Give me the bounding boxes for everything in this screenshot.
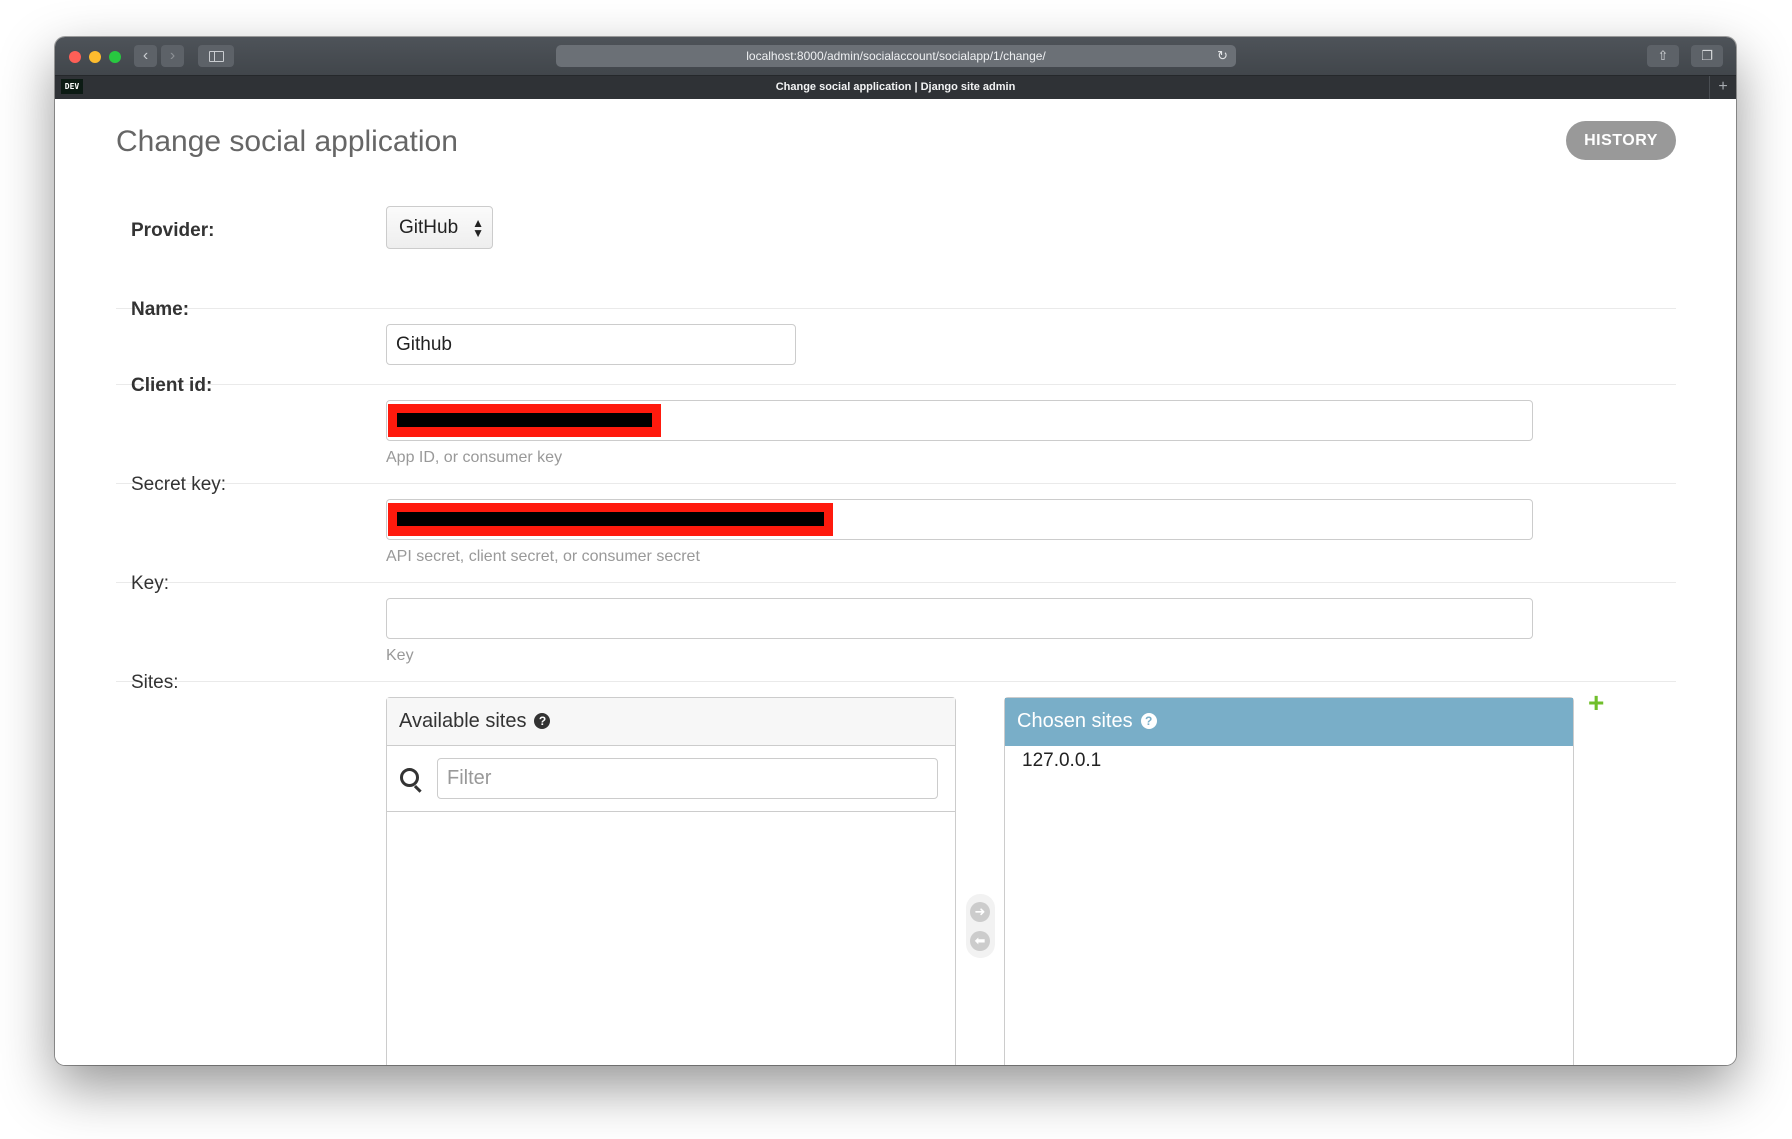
available-sites-box: Available sites? Filter [386, 697, 956, 1065]
name-field[interactable]: Github [386, 324, 796, 365]
name-field-value: Github [396, 334, 452, 355]
close-window-button[interactable] [69, 51, 81, 63]
share-button[interactable]: ⇧ [1647, 45, 1679, 67]
client-id-field[interactable] [386, 400, 1533, 441]
row-divider [116, 483, 1676, 484]
secret-key-help: API secret, client secret, or consumer s… [386, 548, 700, 565]
tab-title: Change social application | Django site … [775, 81, 1016, 93]
chosen-sites-title: Chosen sites [1017, 710, 1133, 732]
history-button[interactable]: HISTORY [1566, 121, 1676, 160]
chosen-sites-box: Chosen sites? 127.0.0.1 [1004, 697, 1574, 1065]
chevron-left-icon: ‹ [142, 47, 149, 64]
zoom-window-button[interactable] [109, 51, 121, 63]
available-sites-title: Available sites [399, 710, 527, 732]
reload-icon[interactable]: ↻ [1217, 45, 1228, 67]
filter-input[interactable]: Filter [437, 758, 938, 799]
help-icon[interactable]: ? [534, 713, 551, 729]
available-sites-list[interactable] [387, 812, 955, 1065]
help-icon[interactable]: ? [1140, 713, 1157, 729]
row-divider [116, 582, 1676, 583]
secret-key-field[interactable] [386, 499, 1533, 540]
chosen-sites-list[interactable]: 127.0.0.1 [1005, 746, 1573, 772]
key-field[interactable] [386, 598, 1533, 639]
admin-page: Change social application HISTORY Provid… [55, 99, 1736, 1065]
secret-key-label: Secret key: [131, 474, 227, 495]
share-icon: ⇧ [1657, 48, 1669, 63]
filter-placeholder: Filter [447, 767, 492, 789]
new-tab-button[interactable]: + [1709, 76, 1736, 99]
list-item[interactable]: 127.0.0.1 [1005, 746, 1573, 772]
sites-label: Sites: [131, 672, 179, 693]
name-label-text: Name: [131, 299, 190, 320]
screenshot-stage: ‹ › localhost:8000/admin/socialaccount/s… [0, 0, 1792, 1139]
tab-overview-button[interactable]: ❐ [1691, 45, 1723, 67]
tabs-icon: ❐ [1701, 48, 1713, 63]
client-id-help: App ID, or consumer key [386, 449, 563, 466]
favicon-icon: DEV [61, 79, 83, 94]
add-site-icon[interactable]: + [1588, 689, 1604, 717]
search-icon [400, 768, 419, 787]
provider-select[interactable]: GitHub ▲ ▼ [386, 206, 493, 249]
tab-bar: Change social application | Django site … [55, 75, 1736, 99]
selector-chooser: ➜ ⬅ [966, 894, 995, 958]
sidebar-toggle-button[interactable] [198, 45, 234, 67]
page-title: Change social application [116, 125, 458, 158]
available-sites-header: Available sites? [387, 698, 955, 746]
filter-row: Filter [387, 746, 955, 812]
arrow-left-icon: ⬅ [974, 933, 986, 948]
choose-site-button[interactable]: ➜ [970, 902, 990, 922]
browser-toolbar: ‹ › localhost:8000/admin/socialaccount/s… [55, 37, 1736, 75]
arrow-right-icon: ➜ [974, 904, 986, 919]
chosen-sites-header: Chosen sites? [1005, 698, 1573, 746]
select-arrows-icon: ▲ ▼ [472, 216, 484, 240]
active-tab[interactable]: Change social application | Django site … [55, 76, 1736, 99]
row-divider [116, 384, 1676, 385]
key-help: Key [386, 647, 414, 664]
chevron-right-icon: › [169, 47, 176, 64]
row-divider [116, 681, 1676, 682]
client-id-label: Client id: [131, 375, 213, 396]
minimize-window-button[interactable] [89, 51, 101, 63]
browser-window: ‹ › localhost:8000/admin/socialaccount/s… [55, 37, 1736, 1065]
url-text: localhost:8000/admin/socialaccount/socia… [746, 49, 1046, 63]
provider-selected-value: GitHub [399, 217, 459, 238]
forward-button[interactable]: › [161, 45, 184, 67]
address-bar[interactable]: localhost:8000/admin/socialaccount/socia… [556, 45, 1236, 67]
back-button[interactable]: ‹ [134, 45, 157, 67]
provider-label: Provider: [131, 220, 215, 241]
redaction-block [388, 503, 833, 536]
row-divider [116, 308, 1676, 309]
plus-icon: + [1718, 78, 1728, 95]
remove-site-button[interactable]: ⬅ [970, 931, 990, 951]
redaction-block [388, 404, 661, 437]
key-label: Key: [131, 573, 170, 594]
